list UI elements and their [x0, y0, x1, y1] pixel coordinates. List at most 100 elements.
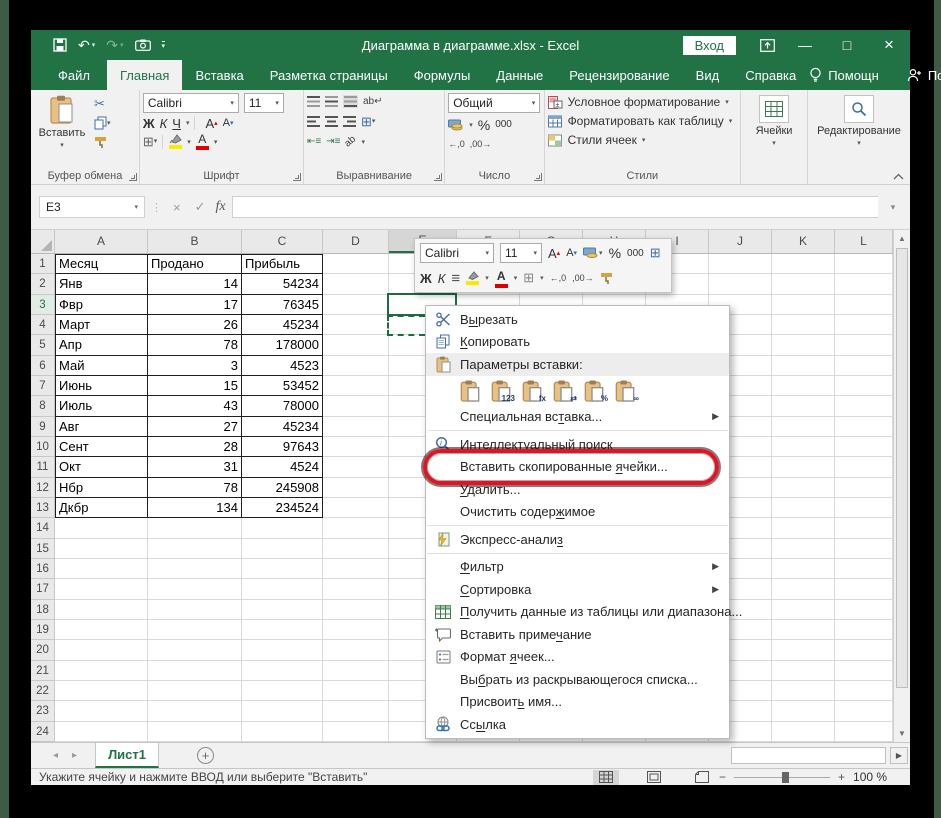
cell-C5[interactable]: 178000 [242, 335, 323, 355]
cell-C22[interactable] [242, 681, 323, 701]
tab-Главная[interactable]: Главная [107, 60, 182, 90]
column-header-A[interactable]: A [55, 230, 148, 253]
cell-K2[interactable] [772, 274, 835, 294]
cell-J1[interactable] [709, 254, 772, 274]
column-header-D[interactable]: D [323, 230, 389, 253]
column-header-K[interactable]: K [772, 230, 835, 253]
copy-icon[interactable]: ▾ [94, 116, 111, 130]
column-header-J[interactable]: J [709, 230, 772, 253]
cell-A16[interactable] [55, 559, 148, 579]
cell-C1[interactable]: Прибыль [242, 254, 323, 274]
shrink-font-button[interactable]: А▾ [223, 118, 234, 129]
cell-A3[interactable]: Фвр [55, 295, 148, 315]
cell-C16[interactable] [242, 559, 323, 579]
share-label[interactable]: Поделиться [928, 68, 941, 83]
menu-item-pick-from-list[interactable]: Выбрать из раскрывающегося списка... [426, 668, 729, 691]
cell-A23[interactable] [55, 701, 148, 721]
cell-D20[interactable] [323, 640, 389, 660]
cell-K21[interactable] [772, 661, 835, 681]
dialog-launcher-number[interactable] [534, 173, 542, 181]
cell-C6[interactable]: 4523 [242, 356, 323, 376]
comma-style-icon[interactable]: 000 [495, 120, 512, 130]
row-header-12[interactable]: 12 [31, 478, 55, 498]
cell-A8[interactable]: Июль [55, 396, 148, 416]
cell-C4[interactable]: 45234 [242, 315, 323, 335]
cell-L17[interactable] [835, 579, 893, 599]
cell-B2[interactable]: 14 [148, 274, 242, 294]
cell-D15[interactable] [323, 539, 389, 559]
format-as-table-button[interactable]: Форматировать как таблицу▾ [548, 114, 737, 128]
formula-bar-splitter[interactable]: ⋮ [151, 201, 163, 214]
cell-D18[interactable] [323, 600, 389, 620]
cell-C23[interactable] [242, 701, 323, 721]
cell-D17[interactable] [323, 579, 389, 599]
cell-L10[interactable] [835, 437, 893, 457]
column-header-L[interactable]: L [835, 230, 893, 253]
minimize-button[interactable]: — [784, 30, 826, 60]
undo-icon[interactable]: ↶▾ [78, 38, 95, 52]
dialog-launcher-alignment[interactable] [434, 173, 442, 181]
scroll-up-icon[interactable]: ▲ [894, 230, 910, 247]
normal-view-icon[interactable] [593, 770, 619, 785]
cell-A5[interactable]: Апр [55, 335, 148, 355]
cell-B20[interactable] [148, 640, 242, 660]
row-header-8[interactable]: 8 [31, 396, 55, 416]
cell-A20[interactable] [55, 640, 148, 660]
cell-A12[interactable]: Нбр [55, 478, 148, 498]
paste-option-values-icon[interactable]: 123 [491, 379, 515, 403]
cell-C20[interactable] [242, 640, 323, 660]
cell-B10[interactable]: 28 [148, 437, 242, 457]
cell-K15[interactable] [772, 539, 835, 559]
cell-K16[interactable] [772, 559, 835, 579]
align-bottom-icon[interactable] [343, 95, 358, 108]
wrap-text-icon[interactable]: ab↵ [363, 97, 383, 107]
cell-A11[interactable]: Окт [55, 457, 148, 477]
menu-item-clear-contents[interactable]: Очистить содержимое [426, 501, 729, 524]
page-break-view-icon[interactable] [689, 770, 715, 785]
mini-fill-color-icon[interactable] [466, 271, 479, 285]
dialog-launcher-clipboard[interactable] [129, 173, 137, 181]
menu-item-link[interactable]: Ссылка [426, 713, 729, 736]
cell-D4[interactable] [323, 315, 389, 335]
dialog-launcher-font[interactable] [293, 173, 301, 181]
cell-L6[interactable] [835, 356, 893, 376]
cell-A4[interactable]: Март [55, 315, 148, 335]
row-header-13[interactable]: 13 [31, 498, 55, 518]
cell-B18[interactable] [148, 600, 242, 620]
cell-A10[interactable]: Сент [55, 437, 148, 457]
cell-D6[interactable] [323, 356, 389, 376]
cell-B12[interactable]: 78 [148, 478, 242, 498]
cell-K22[interactable] [772, 681, 835, 701]
row-header-18[interactable]: 18 [31, 600, 55, 620]
cell-B11[interactable]: 31 [148, 457, 242, 477]
cell-K8[interactable] [772, 396, 835, 416]
cell-D24[interactable] [323, 722, 389, 742]
orientation-icon[interactable]: ab [343, 134, 358, 149]
format-painter-icon[interactable] [94, 136, 111, 149]
cell-B19[interactable] [148, 620, 242, 640]
cell-B7[interactable]: 15 [148, 376, 242, 396]
select-all-corner[interactable] [31, 230, 55, 253]
cell-C13[interactable]: 234524 [242, 498, 323, 518]
cell-L21[interactable] [835, 661, 893, 681]
cell-C14[interactable] [242, 518, 323, 538]
sheet-tab-list1[interactable]: Лист1 [95, 743, 159, 768]
cancel-icon[interactable]: × [169, 200, 185, 215]
cell-L9[interactable] [835, 417, 893, 437]
cell-D14[interactable] [323, 518, 389, 538]
cell-L23[interactable] [835, 701, 893, 721]
cell-B1[interactable]: Продано [148, 254, 242, 274]
cell-D12[interactable] [323, 478, 389, 498]
font-color-button[interactable]: А [196, 133, 209, 150]
cell-B3[interactable]: 17 [148, 295, 242, 315]
increase-indent-icon[interactable]: ⇥≡ [326, 137, 340, 147]
menu-item-smart-lookup[interactable]: iИнтеллектуальный поиск [426, 433, 729, 456]
conditional-formatting-button[interactable]: ± Условное форматирование▾ [548, 95, 737, 109]
cell-L11[interactable] [835, 457, 893, 477]
cell-C2[interactable]: 54234 [242, 274, 323, 294]
formula-input[interactable] [232, 196, 878, 218]
cell-K9[interactable] [772, 417, 835, 437]
cell-D13[interactable] [323, 498, 389, 518]
row-header-19[interactable]: 19 [31, 620, 55, 640]
maximize-button[interactable]: □ [826, 30, 868, 60]
